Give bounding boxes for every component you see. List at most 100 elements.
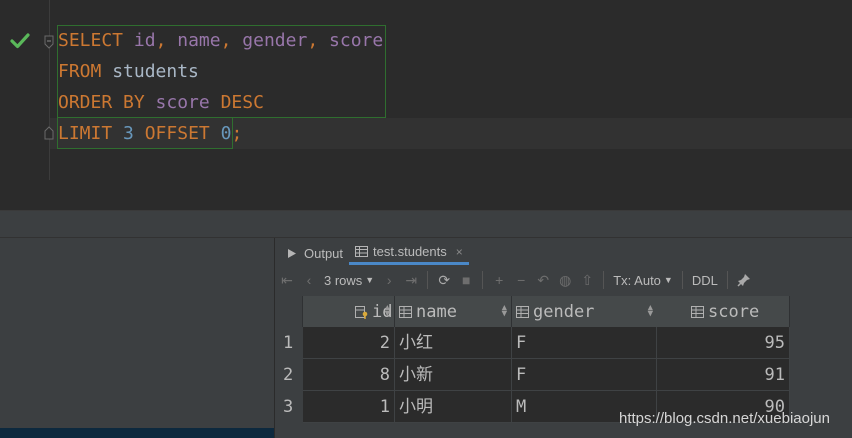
- cell-id[interactable]: 2: [303, 327, 395, 359]
- next-page-icon[interactable]: ›: [378, 269, 400, 291]
- sort-icon[interactable]: ▲ ▼: [385, 304, 390, 319]
- code-token: students: [101, 61, 199, 82]
- view-query-icon[interactable]: ◍: [554, 269, 576, 291]
- row-number: 1: [276, 327, 303, 359]
- sort-icon[interactable]: ▲ ▼: [502, 304, 507, 319]
- result-toolbar: ⇤ ‹ 3 rows ▼ › ⇥ ⟳ ■ + − ↶ ◍ ⇧ Tx: Auto …: [276, 266, 852, 294]
- tab-output-label: Output: [304, 245, 344, 261]
- check-icon: [10, 33, 30, 49]
- code-token: FROM: [58, 61, 102, 82]
- last-page-icon[interactable]: ⇥: [400, 269, 422, 291]
- column-header-score[interactable]: score: [657, 296, 790, 327]
- code-token: name: [177, 30, 221, 51]
- rows-count-dropdown[interactable]: 3 rows ▼: [320, 273, 378, 288]
- transaction-mode-label: Tx: Auto: [613, 272, 661, 288]
- cell-id[interactable]: 8: [303, 359, 395, 391]
- code-token: 3: [123, 123, 134, 144]
- tab-test-students-label: test.students: [373, 244, 447, 259]
- sql-editor[interactable]: SELECT id, name, gender, score FROM stud…: [0, 0, 852, 180]
- code-token: ,: [220, 30, 243, 51]
- cell-gender[interactable]: F: [512, 327, 657, 359]
- sort-icon[interactable]: ▲ ▼: [648, 304, 653, 319]
- table-row[interactable]: 1 2 小红 F 95: [276, 327, 790, 359]
- column-icon: [691, 305, 704, 318]
- code-token: 0: [220, 123, 232, 144]
- code-token: score: [329, 30, 384, 51]
- chevron-down-icon: ▼: [365, 275, 375, 285]
- watermark-text: https://blog.csdn.net/xuebiaojun: [619, 410, 830, 427]
- code-token: DESC: [220, 92, 264, 113]
- column-header-name-label: name: [416, 301, 457, 322]
- previous-page-icon[interactable]: ‹: [298, 269, 320, 291]
- fold-end-icon[interactable]: [44, 126, 54, 140]
- submit-icon[interactable]: ⇧: [576, 269, 598, 291]
- code-token: ,: [155, 30, 178, 51]
- cell-gender[interactable]: F: [512, 359, 657, 391]
- cell-name[interactable]: 小红: [395, 327, 512, 359]
- revert-icon[interactable]: ↶: [532, 269, 554, 291]
- code-line-from[interactable]: FROM students: [58, 56, 199, 87]
- row-number: 3: [276, 391, 303, 423]
- ddl-button[interactable]: DDL: [688, 273, 722, 288]
- fold-start-icon[interactable]: [44, 35, 54, 49]
- cell-name[interactable]: 小明: [395, 391, 512, 423]
- services-tree-selection[interactable]: [0, 428, 274, 438]
- delete-row-icon[interactable]: −: [510, 269, 532, 291]
- cell-score[interactable]: 91: [657, 359, 790, 391]
- code-token: score: [155, 92, 210, 113]
- toolbar-divider: [427, 271, 429, 289]
- transaction-mode-dropdown[interactable]: Tx: Auto ▼: [609, 273, 677, 288]
- code-token: OFFSET: [144, 123, 210, 144]
- result-tabs: Output test.students ×: [280, 241, 469, 265]
- cell-id[interactable]: 1: [303, 391, 395, 423]
- column-icon: [399, 305, 412, 318]
- first-page-icon[interactable]: ⇤: [276, 269, 298, 291]
- code-line-order-by[interactable]: ORDER BY score DESC: [58, 87, 264, 118]
- console-icon: [288, 248, 296, 258]
- gutter-divider: [49, 0, 50, 180]
- toolbar-divider: [726, 271, 728, 289]
- stop-icon[interactable]: ■: [455, 269, 477, 291]
- pin-icon[interactable]: [733, 269, 755, 291]
- toolbar-divider: [681, 271, 683, 289]
- cell-name[interactable]: 小新: [395, 359, 512, 391]
- row-number-header: [276, 296, 303, 327]
- services-split-divider[interactable]: [274, 238, 275, 438]
- grid-header-score: score: [657, 296, 790, 327]
- services-tree-panel[interactable]: [0, 238, 274, 438]
- editor-bottom-area: [0, 180, 852, 210]
- column-header-id[interactable]: id ▲ ▼: [303, 296, 395, 327]
- cell-score[interactable]: 95: [657, 327, 790, 359]
- code-token: ORDER BY: [58, 92, 145, 113]
- toolbar-divider: [482, 271, 484, 289]
- toolbar-divider: [603, 271, 605, 289]
- code-token: gender: [242, 30, 308, 51]
- add-row-icon[interactable]: +: [488, 269, 510, 291]
- code-line-limit[interactable]: LIMIT 3 OFFSET 0;: [58, 118, 242, 149]
- column-header-name[interactable]: name ▲ ▼: [395, 296, 512, 327]
- code-token: ;: [231, 123, 243, 144]
- close-icon[interactable]: ×: [456, 245, 463, 259]
- refresh-icon[interactable]: ⟳: [433, 269, 455, 291]
- tab-output[interactable]: Output: [280, 241, 349, 265]
- code-line-select[interactable]: SELECT id, name, gender, score: [58, 25, 383, 56]
- column-icon: [516, 305, 529, 318]
- tab-test-students[interactable]: test.students ×: [349, 241, 469, 265]
- key-column-icon: [355, 305, 368, 319]
- code-token: LIMIT: [58, 123, 113, 144]
- column-header-score-label: score: [708, 301, 760, 322]
- table-row[interactable]: 2 8 小新 F 91: [276, 359, 790, 391]
- column-header-gender[interactable]: gender ▲ ▼: [512, 296, 658, 327]
- row-number: 2: [276, 359, 303, 391]
- rows-count-label: 3 rows: [324, 272, 363, 288]
- code-token: ,: [307, 30, 330, 51]
- table-icon: [355, 246, 369, 257]
- chevron-down-icon: ▼: [663, 275, 673, 285]
- column-header-gender-label: gender: [533, 301, 595, 322]
